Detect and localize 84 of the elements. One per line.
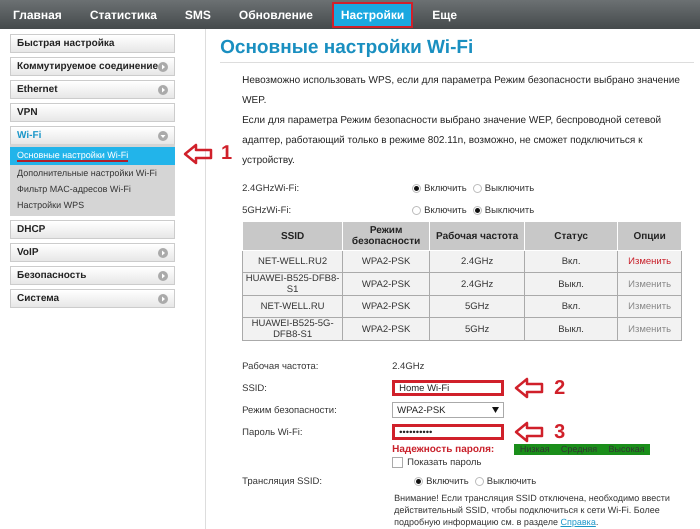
- table-cell: WPA2-PSK: [342, 272, 430, 296]
- table-cell: HUAWEI-B525-DFB8-S1: [242, 272, 343, 296]
- sidebar-item[interactable]: Безопасность: [10, 266, 176, 285]
- table-cell: Вкл.: [524, 296, 618, 318]
- edit-link[interactable]: Изменить: [618, 250, 682, 272]
- chevron-down-icon: [158, 130, 168, 140]
- table-cell: WPA2-PSK: [342, 318, 430, 340]
- radio-button[interactable]: [472, 206, 482, 214]
- sidebar-item[interactable]: Быстрая настройка: [10, 34, 176, 53]
- field-label: Рабочая частота:: [242, 360, 320, 372]
- table-cell: 2.4GHz: [430, 250, 525, 272]
- radio-button[interactable]: [414, 476, 424, 486]
- sidebar-item[interactable]: Коммутируемое соединение: [10, 57, 176, 76]
- field-label: Трансляция SSID:: [242, 476, 323, 486]
- table-cell: Выкл.: [524, 318, 618, 340]
- chevron-right-icon: [158, 294, 168, 304]
- checkbox-label: Показать пароль: [407, 457, 482, 468]
- radio-label: Включить: [424, 204, 467, 216]
- nav-tab[interactable]: Еще: [423, 2, 466, 28]
- password-field[interactable]: ••••••••••: [392, 424, 504, 440]
- info-text: Невозможно использовать WPS, если для параметра Режим безопасности выбрано значение WEP.: [242, 74, 681, 108]
- page-title: Основные настройки Wi-Fi: [220, 37, 694, 63]
- sidebar-item[interactable]: DHCP: [10, 220, 176, 239]
- radio-label: Выключить: [484, 182, 534, 194]
- table-cell: 5GHz: [430, 296, 525, 318]
- strength-level-label: Низкая: [520, 444, 550, 454]
- radio-button[interactable]: [412, 184, 422, 192]
- security-dropdown[interactable]: WPA2-PSK: [392, 402, 504, 418]
- strength-label: Надежность пароля:: [392, 444, 494, 454]
- table-cell: 5GHz: [430, 318, 525, 340]
- callout-arrow-icon: [514, 421, 544, 443]
- warning-text: Внимание! Если трансляция SSID отключена, необходимо ввести действительный SSID, чтобы подключиться к сети Wi-Fi. Более подробную информацию см. в разделе Справка.: [394, 492, 671, 528]
- callout-arrow-icon: [183, 142, 213, 164]
- nav-tab[interactable]: Главная: [4, 2, 71, 28]
- sidebar-item[interactable]: VoIP: [10, 243, 176, 262]
- radio-button[interactable]: [412, 206, 422, 214]
- table-cell: Выкл.: [524, 272, 618, 296]
- nav-tab[interactable]: Обновление: [230, 2, 322, 28]
- radio-label: Выключить: [486, 476, 536, 486]
- chevron-right-icon: [158, 62, 168, 72]
- radio-button[interactable]: [474, 476, 484, 486]
- sidebar-item[interactable]: Система: [10, 289, 176, 308]
- callout-number: 1: [221, 142, 232, 165]
- callout-number: 2: [554, 376, 566, 400]
- column-header: Статус: [524, 222, 618, 250]
- strength-level-label: Высокая: [608, 444, 645, 454]
- callout-arrow-icon: [514, 377, 544, 399]
- sidebar-item[interactable]: VPN: [10, 103, 176, 122]
- chevron-right-icon: [158, 248, 168, 258]
- sidebar-subitem[interactable]: Дополнительные настройки Wi-Fi: [17, 168, 157, 178]
- column-header: SSID: [242, 222, 343, 250]
- column-header: Опции: [618, 222, 682, 250]
- info-text: Если для параметра Режим безопасности выбрано значение WEP, беспроводной сетевой адаптер, работающий только в режиме 802.11n, возможно, не сможет подключиться к устройству.: [242, 114, 662, 168]
- field-label: SSID:: [242, 382, 268, 394]
- sidebar-subitem[interactable]: Фильтр MAC-адресов Wi-Fi: [17, 184, 131, 194]
- table-cell: NET-WELL.RU2: [242, 250, 343, 272]
- table-cell: 2.4GHz: [430, 272, 525, 296]
- table-cell: WPA2-PSK: [342, 296, 430, 318]
- sidebar-subitem[interactable]: Настройки WPS: [17, 200, 84, 210]
- sidebar-item[interactable]: Ethernet: [10, 80, 176, 99]
- table-cell: HUAWEI-B525-5G-DFB8-S1: [242, 318, 343, 340]
- table-cell: WPA2-PSK: [342, 250, 430, 272]
- column-header: Режим безопасности: [342, 222, 430, 250]
- ssid-field[interactable]: Home Wi-Fi: [392, 380, 504, 396]
- chevron-right-icon: [158, 84, 168, 94]
- nav-tab[interactable]: Статистика: [80, 2, 166, 28]
- callout-number: 3: [554, 420, 566, 444]
- nav-tab[interactable]: SMS: [176, 2, 220, 28]
- table-cell: NET-WELL.RU: [242, 296, 343, 318]
- field-label: 5GHzWi-Fi:: [242, 204, 292, 216]
- chevron-right-icon: [158, 270, 168, 280]
- table-cell: Вкл.: [524, 250, 618, 272]
- dropdown-caret-icon: [492, 407, 500, 413]
- radio-button[interactable]: [472, 184, 482, 192]
- field-label: 2.4GHzWi-Fi:: [242, 182, 300, 194]
- radio-label: Включить: [426, 476, 469, 486]
- radio-label: Выключить: [484, 204, 534, 216]
- column-header: Рабочая частота: [430, 222, 525, 250]
- checkbox[interactable]: [392, 457, 404, 468]
- frequency-value: 2.4GHz: [392, 360, 424, 372]
- field-label: Пароль Wi-Fi:: [242, 426, 304, 438]
- strength-level-label: Средняя: [560, 444, 598, 454]
- field-label: Режим безопасности:: [242, 404, 338, 416]
- radio-label: Включить: [424, 182, 467, 194]
